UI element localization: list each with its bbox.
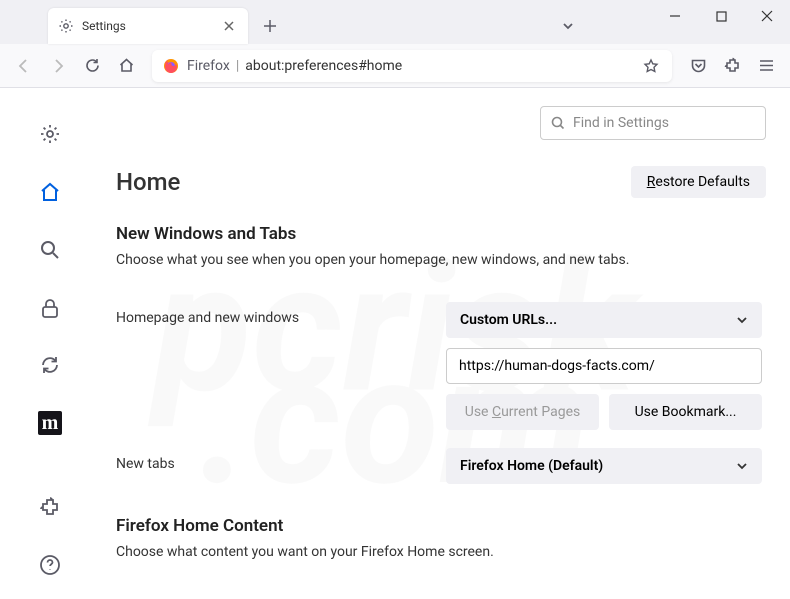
newtabs-label: New tabs	[116, 448, 446, 472]
homepage-mode-select[interactable]: Custom URLs...	[446, 302, 762, 338]
newtabs-select[interactable]: Firefox Home (Default)	[446, 448, 762, 484]
find-settings-input[interactable]	[573, 115, 755, 131]
sidebar-extensions[interactable]	[34, 491, 66, 523]
extensions-icon[interactable]	[716, 50, 748, 82]
sidebar-privacy[interactable]	[34, 292, 66, 324]
gear-icon	[58, 18, 74, 34]
toolbar: Firefox |	[0, 44, 790, 88]
browser-tab[interactable]: Settings	[48, 8, 248, 44]
restore-defaults-button[interactable]: Restore Defaults	[631, 166, 766, 198]
sidebar-more-mozilla[interactable]: m	[34, 407, 66, 439]
use-current-pages-button[interactable]: Use Current Pages	[446, 394, 599, 430]
section-home-content-title: Firefox Home Content	[116, 516, 766, 536]
sidebar-help[interactable]	[34, 549, 66, 581]
sidebar-home[interactable]	[34, 176, 66, 208]
url-bar[interactable]: Firefox |	[152, 50, 672, 82]
bookmark-star-icon[interactable]	[641, 56, 661, 76]
settings-sidebar: m	[0, 88, 100, 599]
maximize-button[interactable]	[698, 0, 744, 32]
sidebar-search[interactable]	[34, 234, 66, 266]
tab-title: Settings	[82, 19, 220, 33]
homepage-label: Homepage and new windows	[116, 302, 446, 326]
minimize-button[interactable]	[652, 0, 698, 32]
chevron-down-icon	[736, 460, 748, 472]
tab-list-dropdown[interactable]	[554, 12, 582, 40]
menu-icon[interactable]	[750, 50, 782, 82]
sidebar-sync[interactable]	[34, 350, 66, 382]
pocket-icon[interactable]	[682, 50, 714, 82]
url-input[interactable]	[245, 58, 641, 74]
home-button[interactable]	[110, 50, 142, 82]
window-controls	[652, 0, 790, 44]
section-home-content-desc: Choose what content you want on your Fir…	[116, 544, 766, 560]
section-windows-tabs-title: New Windows and Tabs	[116, 224, 766, 244]
sidebar-general[interactable]	[34, 118, 66, 150]
close-window-button[interactable]	[744, 0, 790, 32]
homepage-url-input[interactable]	[446, 348, 762, 384]
firefox-icon	[163, 58, 179, 74]
reload-button[interactable]	[76, 50, 108, 82]
titlebar: Settings	[0, 0, 790, 44]
close-icon[interactable]	[220, 17, 238, 35]
new-tab-button[interactable]	[256, 12, 284, 40]
forward-button[interactable]	[42, 50, 74, 82]
settings-main: Home Restore Defaults New Windows and Ta…	[100, 88, 790, 599]
back-button[interactable]	[8, 50, 40, 82]
urlbar-prefix: Firefox	[187, 58, 230, 74]
section-windows-tabs-desc: Choose what you see when you open your h…	[116, 252, 766, 268]
find-settings-search[interactable]	[540, 106, 766, 140]
urlbar-separator: |	[236, 58, 239, 74]
chevron-down-icon	[736, 314, 748, 326]
use-bookmark-button[interactable]: Use Bookmark...	[609, 394, 762, 430]
page-title: Home	[116, 168, 180, 196]
